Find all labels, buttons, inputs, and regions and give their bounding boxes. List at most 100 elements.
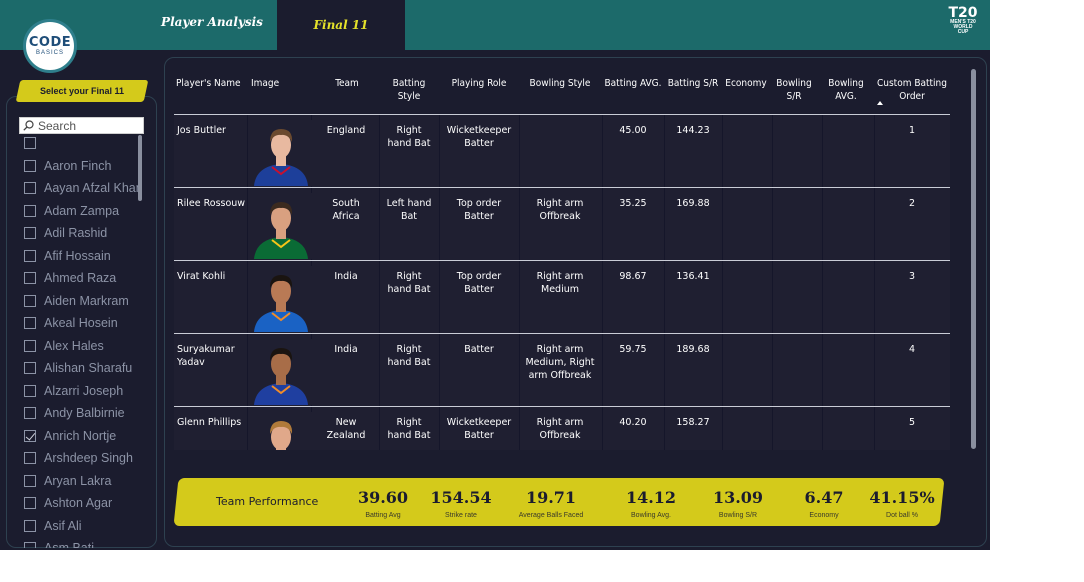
- cell-team: South Africa: [332, 198, 360, 222]
- cell-player-name: Glenn Phillips: [177, 417, 242, 428]
- checkbox-checked[interactable]: [24, 429, 36, 442]
- header-batting-avg[interactable]: Batting AVG.: [603, 77, 663, 90]
- table-row[interactable]: Rilee Rossouw South Africa Left hand Bat To…: [174, 187, 950, 260]
- checkbox[interactable]: [24, 362, 36, 374]
- slicer-item[interactable]: Asif Ali: [24, 516, 142, 536]
- player-photo: [250, 266, 312, 332]
- report-canvas: Player Analysis Final 11 T20 MEN'S T20 W…: [0, 0, 990, 550]
- slicer-item[interactable]: Ahmed Raza: [24, 268, 142, 288]
- checkbox[interactable]: [24, 227, 36, 239]
- header-economy[interactable]: Economy: [722, 77, 770, 90]
- checkbox[interactable]: [24, 384, 36, 397]
- checkbox[interactable]: [24, 294, 36, 307]
- slicer-item[interactable]: Asm Bati...: [24, 538, 142, 548]
- header-custom-batting-order[interactable]: Custom Batting Order: [874, 77, 950, 103]
- slicer-item-label: Aiden Markram: [44, 293, 129, 308]
- sort-ascending-icon[interactable]: [877, 101, 883, 105]
- slicer-item[interactable]: Afif Hossain: [24, 246, 142, 266]
- kpi-label: Bowling S/R: [718, 512, 758, 519]
- slicer-item-label: Akeal Hosein: [44, 316, 118, 330]
- checkbox[interactable]: [24, 542, 36, 548]
- table-row[interactable]: Jos Buttler England Right hand Bat Wicketke…: [174, 114, 950, 187]
- tab-player-analysis[interactable]: Player Analysis: [150, 0, 274, 50]
- slicer-scrollbar[interactable]: [138, 135, 142, 201]
- table-scrollbar[interactable]: [971, 69, 976, 449]
- slicer-item[interactable]: Aaron Finch: [24, 156, 142, 176]
- slicer-item[interactable]: Andy Balbirnie: [24, 403, 142, 423]
- checkbox[interactable]: [24, 204, 36, 217]
- column-divider: [519, 188, 520, 260]
- checkbox[interactable]: [24, 519, 36, 532]
- slicer-item[interactable]: Akeal Hosein: [24, 313, 142, 333]
- slicer-item[interactable]: [24, 133, 142, 153]
- t20-world-cup-logo: T20 MEN'S T20 WORLD CUP: [948, 6, 978, 42]
- cell-batting-avg: 98.67: [619, 271, 647, 282]
- checkbox[interactable]: [24, 249, 36, 262]
- checkbox[interactable]: [24, 137, 36, 149]
- slicer-item[interactable]: Aayan Afzal Khan: [24, 178, 142, 198]
- cell-batting-style: Right hand Bat: [387, 417, 431, 441]
- cell-batting-style: Right hand Bat: [387, 271, 431, 295]
- table-row[interactable]: Suryakumar Yadav India Right hand Bat Batte…: [174, 333, 950, 406]
- slicer-item[interactable]: Aiden Markram: [24, 291, 142, 311]
- player-portrait: [254, 348, 308, 405]
- header-bowling-sr[interactable]: Bowling S/R: [772, 77, 816, 103]
- column-divider: [722, 407, 723, 450]
- slicer-search-box[interactable]: [19, 117, 144, 134]
- header-image[interactable]: Image: [251, 77, 291, 90]
- cell-custom-order: 3: [908, 271, 916, 282]
- kpi-value: 41.15%: [869, 488, 935, 507]
- header-bowling-style[interactable]: Bowling Style: [522, 77, 598, 90]
- slicer-title-text: Select your Final 11: [39, 86, 125, 96]
- header-player-name[interactable]: Player's Name: [176, 77, 244, 90]
- checkbox[interactable]: [24, 452, 36, 464]
- slicer-item-label: Aryan Lakra: [44, 473, 112, 488]
- column-divider: [519, 115, 520, 187]
- column-divider: [822, 334, 823, 406]
- header-team[interactable]: Team: [320, 77, 374, 90]
- slicer-item[interactable]: Aryan Lakra: [24, 471, 142, 491]
- player-portrait: [270, 421, 293, 450]
- cell-batting-style: Left hand Bat: [386, 198, 432, 222]
- column-divider: [519, 407, 520, 450]
- slicer-item[interactable]: Ashton Agar: [24, 493, 142, 513]
- column-divider: [822, 115, 823, 187]
- slicer-item[interactable]: Alex Hales: [24, 336, 142, 356]
- checkbox[interactable]: [24, 339, 36, 352]
- checkbox[interactable]: [24, 159, 36, 172]
- slicer-item[interactable]: Anrich Nortje: [24, 426, 142, 446]
- tab-final-11[interactable]: Final 11: [277, 0, 405, 50]
- checkbox[interactable]: [24, 182, 36, 194]
- cell-playing-role: Wicketkeeper Batter: [446, 417, 512, 441]
- slicer-item-label: Adam Zampa: [44, 203, 120, 218]
- cell-batting-style: Right hand Bat: [387, 344, 431, 368]
- slicer-item-label: Andy Balbirnie: [44, 406, 125, 420]
- cell-player-name: Rilee Rossouw: [177, 198, 246, 209]
- slicer-item[interactable]: Alzarri Joseph: [24, 381, 142, 401]
- table-row[interactable]: Virat Kohli India Right hand Bat Top order …: [174, 260, 950, 333]
- header-batting-sr[interactable]: Batting S/R: [666, 77, 720, 90]
- top-nav-bar: Player Analysis Final 11 T20 MEN'S T20 W…: [0, 0, 990, 50]
- slicer-item[interactable]: Arshdeep Singh: [24, 448, 142, 468]
- checkbox[interactable]: [24, 317, 36, 329]
- column-divider: [379, 407, 380, 450]
- header-bowling-avg[interactable]: Bowling AVG.: [822, 77, 870, 103]
- checkbox[interactable]: [24, 272, 36, 284]
- slicer-item[interactable]: Alishan Sharafu: [24, 358, 142, 378]
- slicer-item[interactable]: Adil Rashid: [24, 223, 142, 243]
- slicer-item-label: Aayan Afzal Khan: [44, 181, 142, 195]
- header-batting-style[interactable]: Batting Style: [384, 77, 434, 103]
- checkbox[interactable]: [24, 407, 36, 419]
- slicer-search-input[interactable]: [38, 118, 138, 133]
- cell-bowling-style: Right arm Medium, Right arm Offbreak: [525, 344, 595, 381]
- player-portrait: [254, 129, 308, 186]
- header-playing-role[interactable]: Playing Role: [444, 77, 514, 90]
- column-divider: [664, 334, 665, 406]
- slicer-item[interactable]: Adam Zampa: [24, 201, 142, 221]
- cell-custom-order: 2: [908, 198, 916, 209]
- checkbox[interactable]: [24, 474, 36, 487]
- column-divider: [772, 115, 773, 187]
- checkbox[interactable]: [24, 497, 36, 509]
- cell-player-name: Virat Kohli: [177, 271, 226, 282]
- table-row[interactable]: Glenn Phillips New Zealand Right hand Bat W…: [174, 406, 950, 450]
